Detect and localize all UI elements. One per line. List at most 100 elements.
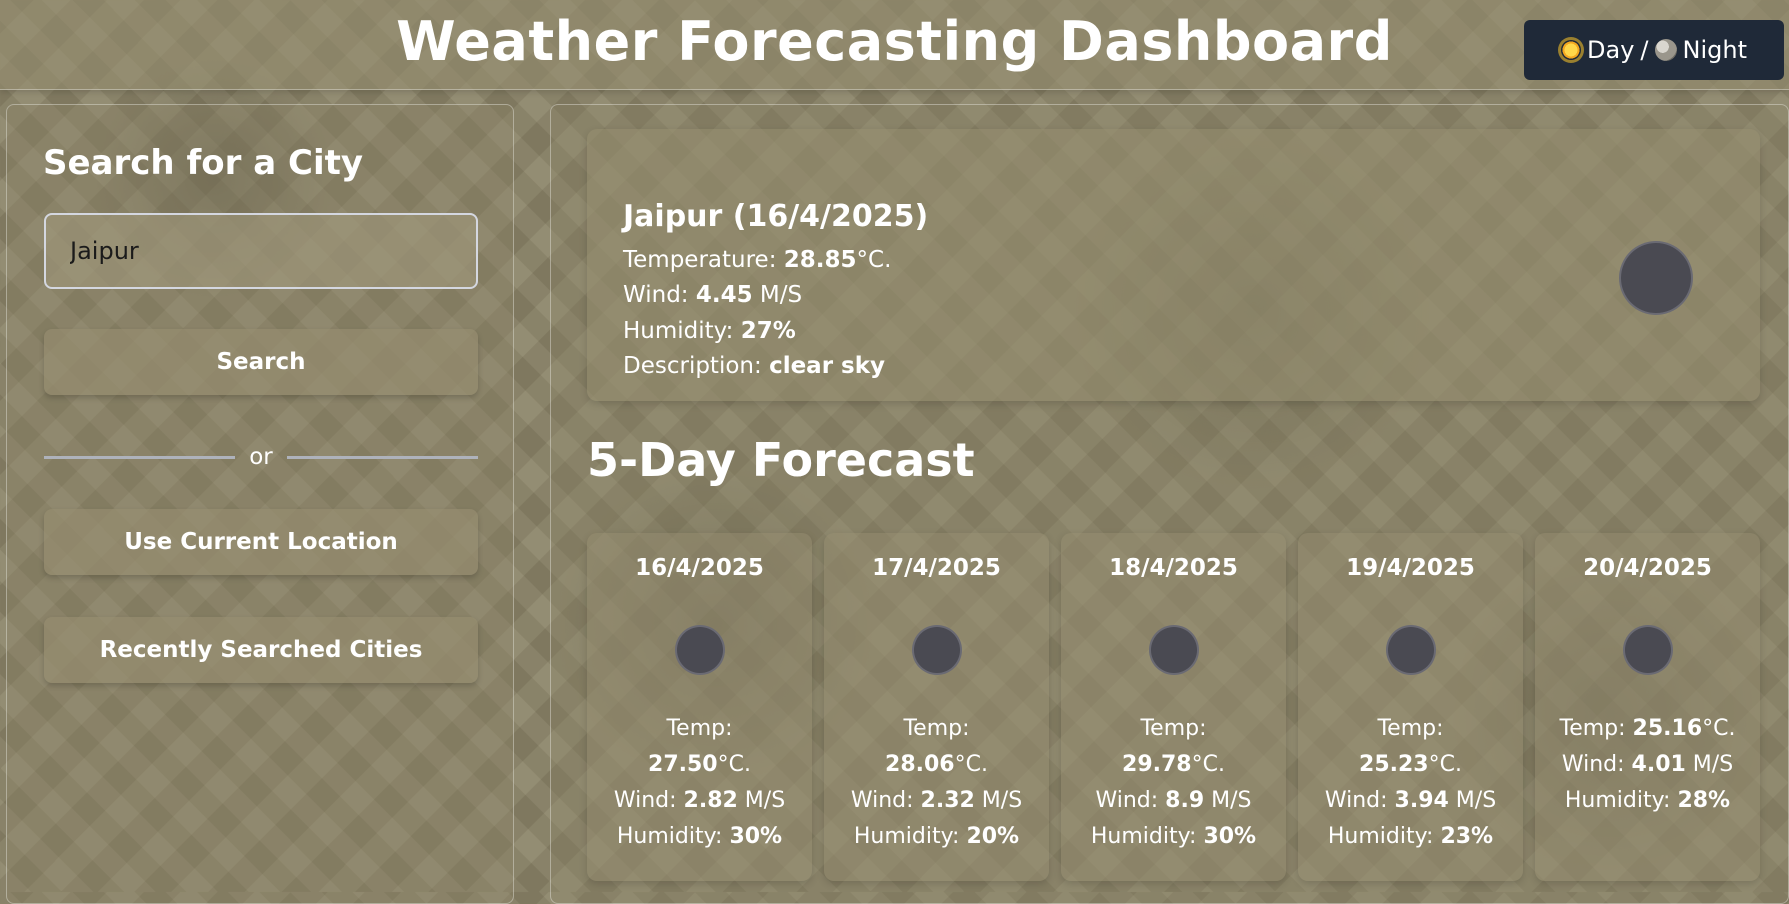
forecast-humidity: Humidity: 30% bbox=[1061, 819, 1286, 855]
forecast-humidity-label: Humidity: bbox=[616, 824, 730, 849]
forecast-card: 20/4/2025 Temp: 25.16°C. Wind: 4.01 M/S … bbox=[1535, 533, 1760, 881]
forecast-temp-label: Temp: bbox=[1559, 716, 1633, 741]
description-value: clear sky bbox=[769, 353, 886, 379]
forecast-humidity-label: Humidity: bbox=[1090, 824, 1204, 849]
search-button[interactable]: Search bbox=[44, 329, 478, 395]
forecast-temp-label: Temp: bbox=[1140, 716, 1207, 741]
toggle-separator: / bbox=[1640, 36, 1649, 64]
forecast-date: 17/4/2025 bbox=[872, 555, 1001, 581]
forecast-humidity-value: 28% bbox=[1677, 788, 1731, 813]
current-weather-card: Jaipur (16/4/2025) Temperature: 28.85°C.… bbox=[587, 129, 1760, 401]
forecast-wind-unit: M/S bbox=[974, 788, 1023, 813]
wind-unit: M/S bbox=[752, 282, 803, 308]
forecast-temp-value: 27.50 bbox=[648, 752, 718, 777]
forecast-humidity-value: 20% bbox=[966, 824, 1020, 849]
forecast-temp: 28.06°C. bbox=[824, 747, 1049, 783]
forecast-wind-unit: M/S bbox=[737, 788, 786, 813]
forecast-wind-unit: M/S bbox=[1204, 788, 1252, 813]
current-humidity: Humidity: 27% bbox=[623, 318, 796, 344]
day-label: Day bbox=[1587, 36, 1635, 64]
forecast-humidity: Humidity: 23% bbox=[1298, 819, 1523, 855]
forecast-wind-value: 2.32 bbox=[920, 788, 975, 813]
forecast-wind-value: 8.9 bbox=[1165, 788, 1205, 813]
forecast-temp-label: Temp: bbox=[903, 716, 970, 741]
forecast-temp-unit: °C. bbox=[1702, 716, 1736, 741]
forecast-temp-value: 25.16 bbox=[1632, 716, 1703, 741]
divider-text: or bbox=[249, 444, 273, 470]
theme-toggle-button[interactable]: Day / Night bbox=[1524, 20, 1784, 80]
humidity-label: Humidity: bbox=[623, 318, 741, 344]
forecast-humidity-value: 30% bbox=[1203, 824, 1257, 849]
forecast-stats: Temp: 25.16°C. Wind: 4.01 M/S Humidity: … bbox=[1535, 711, 1760, 819]
forecast-temp-label: Temp: bbox=[666, 716, 733, 741]
forecast-temp: Temp: 25.16°C. bbox=[1535, 711, 1760, 747]
forecast-date: 18/4/2025 bbox=[1109, 555, 1238, 581]
current-wind: Wind: 4.45 M/S bbox=[623, 282, 802, 308]
temperature-unit: °C. bbox=[856, 247, 892, 273]
forecast-wind-value: 3.94 bbox=[1394, 788, 1449, 813]
divider-line-left bbox=[44, 455, 236, 459]
forecast-humidity-label: Humidity: bbox=[853, 824, 967, 849]
use-current-location-button[interactable]: Use Current Location bbox=[44, 509, 478, 575]
city-search-input[interactable] bbox=[44, 213, 478, 289]
forecast-wind: Wind: 2.32 M/S bbox=[824, 783, 1049, 819]
forecast-wind-label: Wind: bbox=[850, 788, 921, 813]
night-label: Night bbox=[1682, 36, 1747, 64]
weather-main-panel: Jaipur (16/4/2025) Temperature: 28.85°C.… bbox=[550, 104, 1789, 904]
forecast-wind: Wind: 4.01 M/S bbox=[1535, 747, 1760, 783]
forecast-stats: Temp: 28.06°C. Wind: 2.32 M/S Humidity: … bbox=[824, 711, 1049, 855]
forecast-wind-label: Wind: bbox=[1324, 788, 1395, 813]
forecast-wind-value: 2.82 bbox=[683, 788, 738, 813]
wind-value: 4.45 bbox=[695, 282, 753, 308]
humidity-value: 27% bbox=[740, 318, 796, 344]
divider-line-right bbox=[286, 455, 478, 459]
forecast-humidity: Humidity: 30% bbox=[587, 819, 812, 855]
forecast-temp-unit: °C. bbox=[1428, 752, 1462, 777]
forecast-humidity: Humidity: 20% bbox=[824, 819, 1049, 855]
forecast-card: 19/4/2025 Temp: 25.23°C. Wind: 3.94 M/S … bbox=[1298, 533, 1523, 881]
or-divider: or bbox=[44, 439, 478, 475]
sidebar-title: Search for a City bbox=[43, 143, 364, 183]
moon-icon bbox=[1654, 39, 1677, 61]
forecast-temp-unit: °C. bbox=[717, 752, 751, 777]
forecast-wind-unit: M/S bbox=[1448, 788, 1497, 813]
forecast-card: 17/4/2025 Temp: 28.06°C. Wind: 2.32 M/S … bbox=[824, 533, 1049, 881]
forecast-humidity-label: Humidity: bbox=[1327, 824, 1441, 849]
forecast-wind-value: 4.01 bbox=[1631, 752, 1686, 777]
forecast-temp-unit: °C. bbox=[1191, 752, 1225, 777]
forecast-wind-unit: M/S bbox=[1685, 752, 1734, 777]
forecast-card: 18/4/2025 Temp: 29.78°C. Wind: 8.9 M/S H… bbox=[1061, 533, 1286, 881]
forecast-card: 16/4/2025 Temp: 27.50°C. Wind: 2.82 M/S … bbox=[587, 533, 812, 881]
search-sidebar: Search for a City Search or Use Current … bbox=[6, 104, 514, 904]
forecast-weather-icon bbox=[1386, 625, 1436, 675]
recently-searched-cities-button[interactable]: Recently Searched Cities bbox=[44, 617, 478, 683]
current-weather-icon bbox=[1619, 241, 1693, 315]
forecast-weather-icon bbox=[912, 625, 962, 675]
forecast-date: 16/4/2025 bbox=[635, 555, 764, 581]
forecast-wind-label: Wind: bbox=[613, 788, 684, 813]
forecast-temp-value: 28.06 bbox=[885, 752, 955, 777]
forecast-wind: Wind: 8.9 M/S bbox=[1061, 783, 1286, 819]
current-description: Description: clear sky bbox=[623, 353, 885, 379]
forecast-humidity-value: 23% bbox=[1440, 824, 1494, 849]
current-weather-title: Jaipur (16/4/2025) bbox=[623, 199, 929, 234]
forecast-humidity: Humidity: 28% bbox=[1535, 783, 1760, 819]
forecast-temp: 25.23°C. bbox=[1298, 747, 1523, 783]
forecast-temp: 27.50°C. bbox=[587, 747, 812, 783]
forecast-stats: Temp: 27.50°C. Wind: 2.82 M/S Humidity: … bbox=[587, 711, 812, 855]
forecast-wind-label: Wind: bbox=[1561, 752, 1632, 777]
header-bar: Weather Forecasting Dashboard Day / Nigh… bbox=[0, 0, 1789, 90]
temperature-label: Temperature: bbox=[623, 247, 784, 273]
sun-icon bbox=[1561, 40, 1582, 60]
forecast-temp: 29.78°C. bbox=[1061, 747, 1286, 783]
forecast-wind: Wind: 2.82 M/S bbox=[587, 783, 812, 819]
description-label: Description: bbox=[623, 353, 770, 379]
app-title: Weather Forecasting Dashboard bbox=[396, 10, 1393, 73]
temperature-value: 28.85 bbox=[783, 247, 857, 273]
forecast-date: 19/4/2025 bbox=[1346, 555, 1475, 581]
forecast-temp-value: 29.78 bbox=[1122, 752, 1192, 777]
forecast-weather-icon bbox=[1623, 625, 1673, 675]
forecast-weather-icon bbox=[1149, 625, 1199, 675]
forecast-date: 20/4/2025 bbox=[1583, 555, 1712, 581]
forecast-title: 5-Day Forecast bbox=[587, 433, 975, 487]
